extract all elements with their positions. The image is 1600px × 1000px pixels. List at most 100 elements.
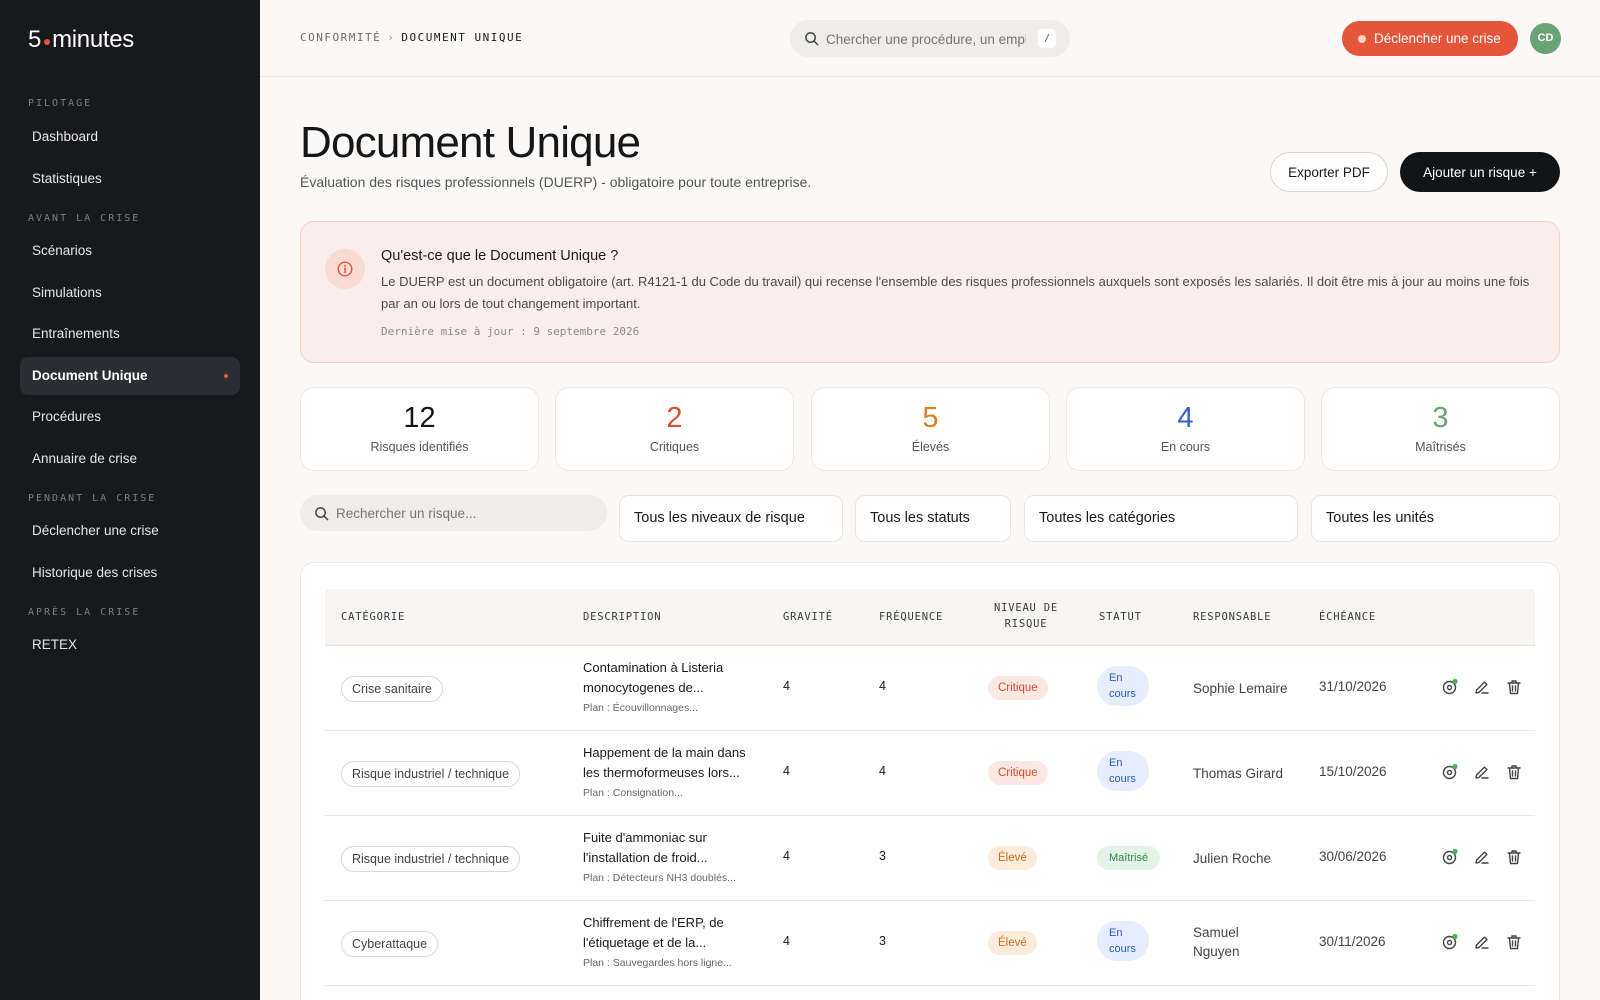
desc-line: monocytogenes de... <box>583 680 704 695</box>
risk-search[interactable] <box>300 495 607 531</box>
risk-plan: Plan : Écouvillonnages... <box>583 702 698 714</box>
desc-line: Chiffrement de l'ERP, de <box>583 915 724 930</box>
sidebar-item-scenarios[interactable]: Scénarios <box>20 232 240 270</box>
col-header-description[interactable]: DESCRIPTION <box>583 609 661 625</box>
sidebar-item-entrainements[interactable]: Entraînements <box>20 315 240 353</box>
owner-name: Samuel Nguyen <box>1193 923 1240 961</box>
owner-name: Thomas Girard <box>1193 764 1283 783</box>
track-icon[interactable] <box>1441 763 1459 781</box>
frequency-value: 4 <box>879 679 886 693</box>
page-title: Document Unique <box>300 118 641 167</box>
risk-plan: Plan : Sauvegardes hors ligne... <box>583 957 732 969</box>
status-badge: Maîtrisé <box>1097 846 1161 870</box>
table-row[interactable]: Crise sanitaire Contamination à Listeria… <box>325 646 1535 731</box>
col-header-owner[interactable]: RESPONSABLE <box>1193 609 1271 625</box>
frequency-value: 3 <box>879 934 886 948</box>
owner-line: Sophie Lemaire <box>1193 681 1288 696</box>
delete-icon[interactable] <box>1505 933 1523 951</box>
filter-status[interactable]: Tous les statuts <box>855 495 1011 542</box>
col-header-gravity[interactable]: GRAVITÉ <box>783 609 833 625</box>
track-icon[interactable] <box>1441 848 1459 866</box>
track-icon[interactable] <box>1441 933 1459 951</box>
desc-line: Happement de la main dans <box>583 745 746 760</box>
filter-risk-level[interactable]: Tous les niveaux de risque <box>619 495 843 542</box>
col-header-level-line1: NIVEAU DE <box>993 602 1059 614</box>
export-pdf-button[interactable]: Exporter PDF <box>1270 152 1388 192</box>
owner-name: Julien Roche <box>1193 849 1271 868</box>
edit-icon[interactable] <box>1473 933 1491 951</box>
filter-category[interactable]: Toutes les catégories <box>1024 495 1298 542</box>
edit-icon[interactable] <box>1473 763 1491 781</box>
col-header-category[interactable]: CATÉGORIE <box>341 609 405 625</box>
delete-icon[interactable] <box>1505 678 1523 696</box>
table-row[interactable]: Risque industriel / technique Happement … <box>325 731 1535 816</box>
due-date: 31/10/2026 <box>1319 679 1387 694</box>
add-risk-button[interactable]: Ajouter un risque + <box>1400 152 1560 192</box>
status-badge: En cours <box>1097 751 1149 791</box>
status-line: En <box>1109 672 1123 684</box>
col-header-status[interactable]: STATUT <box>1099 609 1142 625</box>
avatar[interactable]: CD <box>1530 23 1561 54</box>
status-badge: En cours <box>1097 921 1149 961</box>
col-header-level[interactable]: NIVEAU DE RISQUE <box>991 600 1061 632</box>
app-logo[interactable]: 5 minutes <box>28 26 134 54</box>
breadcrumb-item-conformite[interactable]: CONFORMITÉ <box>300 31 381 44</box>
filter-unit[interactable]: Toutes les unités <box>1311 495 1560 542</box>
sidebar-item-dashboard[interactable]: Dashboard <box>20 118 240 156</box>
global-search-input[interactable] <box>826 29 1026 49</box>
category-pill: Cyberattaque <box>341 931 439 957</box>
alert-dot-icon <box>1358 35 1366 43</box>
edit-icon[interactable] <box>1473 678 1491 696</box>
nav-section-avant-crise: AVANT LA CRISE <box>28 213 141 224</box>
risk-level-badge: Critique <box>988 761 1048 785</box>
info-icon <box>325 249 365 289</box>
global-search[interactable]: / <box>790 20 1070 57</box>
risk-level-badge: Élevé <box>988 931 1037 955</box>
table-row[interactable]: Risque industriel / technique Fuite d'am… <box>325 816 1535 901</box>
edit-icon[interactable] <box>1473 848 1491 866</box>
gravity-value: 4 <box>783 849 790 863</box>
logo-dot-icon <box>44 39 51 45</box>
col-header-frequency[interactable]: FRÉQUENCE <box>879 609 943 625</box>
stat-label: Élevés <box>911 440 950 454</box>
sidebar-item-annuaire[interactable]: Annuaire de crise <box>20 440 240 478</box>
info-text: Le DUERP est un document obligatoire (ar… <box>381 274 1530 311</box>
stat-label: Risques identifiés <box>370 440 469 454</box>
sidebar-item-historique[interactable]: Historique des crises <box>20 554 240 592</box>
sidebar-item-document-unique[interactable]: Document Unique <box>20 357 240 395</box>
stat-card-total: 12 Risques identifiés <box>300 387 539 471</box>
search-icon <box>805 32 819 46</box>
status-line: cours <box>1109 943 1136 955</box>
gravity-value: 4 <box>783 764 790 778</box>
delete-icon[interactable] <box>1505 848 1523 866</box>
desc-line: Contamination à Listeria <box>583 660 724 675</box>
frequency-value: 4 <box>879 764 886 778</box>
owner-line: Thomas Girard <box>1193 766 1284 781</box>
trigger-crisis-label: Déclencher une crise <box>1374 31 1501 46</box>
trigger-crisis-button[interactable]: Déclencher une crise <box>1342 21 1518 56</box>
stat-value: 4 <box>1177 402 1194 434</box>
risk-search-input[interactable] <box>336 503 586 523</box>
table-row[interactable]: Cyberattaque Chiffrement de l'ERP, de l'é… <box>325 901 1535 986</box>
info-title: Qu'est-ce que le Document Unique ? <box>381 248 619 264</box>
sidebar-item-declencher-crise[interactable]: Déclencher une crise <box>20 512 240 550</box>
sidebar-item-simulations[interactable]: Simulations <box>20 274 240 312</box>
desc-line: les thermoformeuses lors... <box>583 765 740 780</box>
sidebar: 5 minutes PILOTAGE Dashboard Statistiques… <box>0 0 260 1000</box>
desc-line: l'étiquetage et de la... <box>583 935 707 950</box>
risk-description: Fuite d'ammoniac sur l'installation de fr… <box>583 828 758 868</box>
topbar: CONFORMITÉ › DOCUMENT UNIQUE / Déclencher … <box>260 0 1600 77</box>
table-header: CATÉGORIE DESCRIPTION GRAVITÉ FRÉQUENCE … <box>325 589 1535 646</box>
due-date: 30/11/2026 <box>1319 934 1386 949</box>
delete-icon[interactable] <box>1505 763 1523 781</box>
track-icon[interactable] <box>1441 678 1459 696</box>
stat-label: En cours <box>1160 440 1211 454</box>
sidebar-item-statistiques[interactable]: Statistiques <box>20 160 240 198</box>
sidebar-item-procedures[interactable]: Procédures <box>20 398 240 436</box>
col-header-due[interactable]: ÉCHÉANCE <box>1319 609 1376 625</box>
gravity-value: 4 <box>783 679 790 693</box>
due-date: 15/10/2026 <box>1319 764 1387 779</box>
owner-line: Samuel <box>1193 925 1239 940</box>
risk-plan: Plan : Consignation... <box>583 787 683 799</box>
sidebar-item-retex[interactable]: RETEX <box>20 626 240 664</box>
